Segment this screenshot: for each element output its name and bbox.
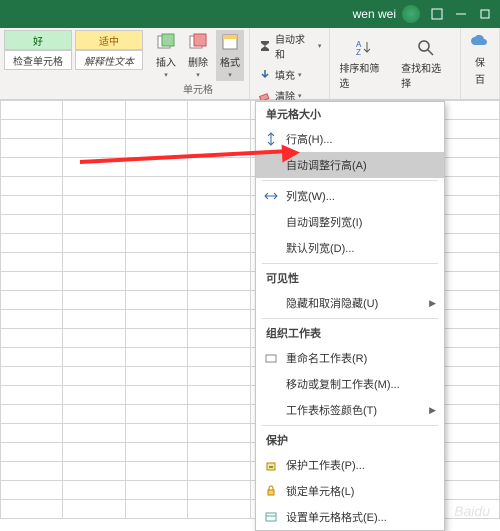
chevron-down-icon: ▾ bbox=[298, 71, 302, 79]
cells-group-label: 单元格 bbox=[183, 81, 213, 98]
menu-move-copy-sheet[interactable]: 移动或复制工作表(M)... bbox=[256, 371, 444, 397]
menu-column-width[interactable]: 列宽(W)... bbox=[256, 183, 444, 209]
style-neutral[interactable]: 适中 bbox=[75, 30, 143, 50]
col-width-icon bbox=[264, 189, 278, 203]
menu-format-cells[interactable]: 设置单元格格式(E)... bbox=[256, 504, 444, 530]
title-bar: wen wei bbox=[0, 0, 500, 28]
save-group: 保 百 bbox=[460, 28, 500, 99]
chevron-down-icon: ▾ bbox=[318, 42, 322, 50]
menu-rename-sheet[interactable]: 重命名工作表(R) bbox=[256, 345, 444, 371]
chevron-down-icon: ▾ bbox=[298, 92, 302, 100]
format-cells-icon bbox=[264, 510, 278, 524]
menu-lock-cell[interactable]: 锁定单元格(L) bbox=[256, 478, 444, 504]
user-name: wen wei bbox=[353, 7, 396, 21]
maximize-icon[interactable] bbox=[478, 7, 492, 21]
menu-autofit-col-width[interactable]: 自动调整列宽(I) bbox=[256, 209, 444, 235]
svg-text:Z: Z bbox=[356, 48, 361, 57]
menu-autofit-row-height[interactable]: 自动调整行高(A) bbox=[256, 152, 444, 178]
insert-icon bbox=[156, 32, 176, 52]
save-button[interactable]: 保 百 bbox=[466, 30, 494, 88]
chevron-down-icon: ▾ bbox=[228, 71, 232, 79]
style-explain[interactable]: 解释性文本 bbox=[75, 50, 143, 70]
style-good[interactable]: 好 bbox=[4, 30, 72, 50]
ribbon: 好 适中 检查单元格 解释性文本 插入 ▾ 删除 ▾ 格式 ▾ bbox=[0, 28, 500, 100]
menu-row-height[interactable]: 行高(H)... bbox=[256, 126, 444, 152]
cell-styles-gallery[interactable]: 好 适中 检查单元格 解释性文本 bbox=[0, 28, 147, 99]
fill-button[interactable]: 填充 ▾ bbox=[255, 66, 305, 83]
delete-icon bbox=[188, 32, 208, 52]
row-height-icon bbox=[264, 132, 278, 146]
style-check[interactable]: 检查单元格 bbox=[4, 50, 72, 70]
ribbon-display-icon[interactable] bbox=[430, 7, 444, 21]
format-dropdown-menu: 单元格大小 行高(H)... 自动调整行高(A) 列宽(W)... 自动调整列宽… bbox=[255, 101, 445, 531]
rename-icon bbox=[264, 351, 278, 365]
menu-default-width[interactable]: 默认列宽(D)... bbox=[256, 235, 444, 261]
format-button[interactable]: 格式 ▾ bbox=[216, 30, 244, 81]
sort-icon: AZ bbox=[354, 38, 374, 58]
menu-separator bbox=[262, 425, 438, 426]
chevron-down-icon: ▾ bbox=[164, 71, 168, 79]
user-account[interactable]: wen wei bbox=[353, 5, 420, 23]
menu-tab-color[interactable]: 工作表标签颜色(T) ▶ bbox=[256, 397, 444, 423]
search-icon bbox=[416, 38, 436, 58]
format-icon bbox=[220, 32, 240, 52]
section-organize: 组织工作表 bbox=[256, 321, 444, 345]
section-visibility: 可见性 bbox=[256, 266, 444, 290]
find-select-button[interactable]: 查找和选择 bbox=[397, 36, 455, 92]
autosum-button[interactable]: 自动求和 ▾ bbox=[255, 30, 324, 62]
section-protect: 保护 bbox=[256, 428, 444, 452]
sigma-icon bbox=[258, 39, 272, 53]
submenu-arrow-icon: ▶ bbox=[429, 298, 436, 309]
menu-separator bbox=[262, 180, 438, 181]
menu-separator bbox=[262, 318, 438, 319]
sort-filter-button[interactable]: AZ 排序和筛选 bbox=[335, 36, 393, 92]
insert-button[interactable]: 插入 ▾ bbox=[152, 30, 180, 81]
section-cell-size: 单元格大小 bbox=[256, 102, 444, 126]
chevron-down-icon: ▾ bbox=[196, 71, 200, 79]
submenu-arrow-icon: ▶ bbox=[429, 405, 436, 416]
minimize-icon[interactable] bbox=[454, 7, 468, 21]
protect-sheet-icon bbox=[264, 458, 278, 472]
fill-down-icon bbox=[258, 68, 272, 82]
menu-protect-sheet[interactable]: 保护工作表(P)... bbox=[256, 452, 444, 478]
cells-group: 插入 ▾ 删除 ▾ 格式 ▾ 单元格 bbox=[147, 28, 250, 99]
lock-icon bbox=[264, 484, 278, 498]
editing-group: 自动求和 ▾ 填充 ▾ 清除 ▾ bbox=[250, 28, 329, 99]
avatar bbox=[402, 5, 420, 23]
menu-hide-unhide[interactable]: 隐藏和取消隐藏(U) ▶ bbox=[256, 290, 444, 316]
delete-button[interactable]: 删除 ▾ bbox=[184, 30, 212, 81]
cloud-save-icon bbox=[470, 32, 490, 52]
menu-separator bbox=[262, 263, 438, 264]
sort-filter-group: AZ 排序和筛选 查找和选择 bbox=[329, 28, 460, 99]
